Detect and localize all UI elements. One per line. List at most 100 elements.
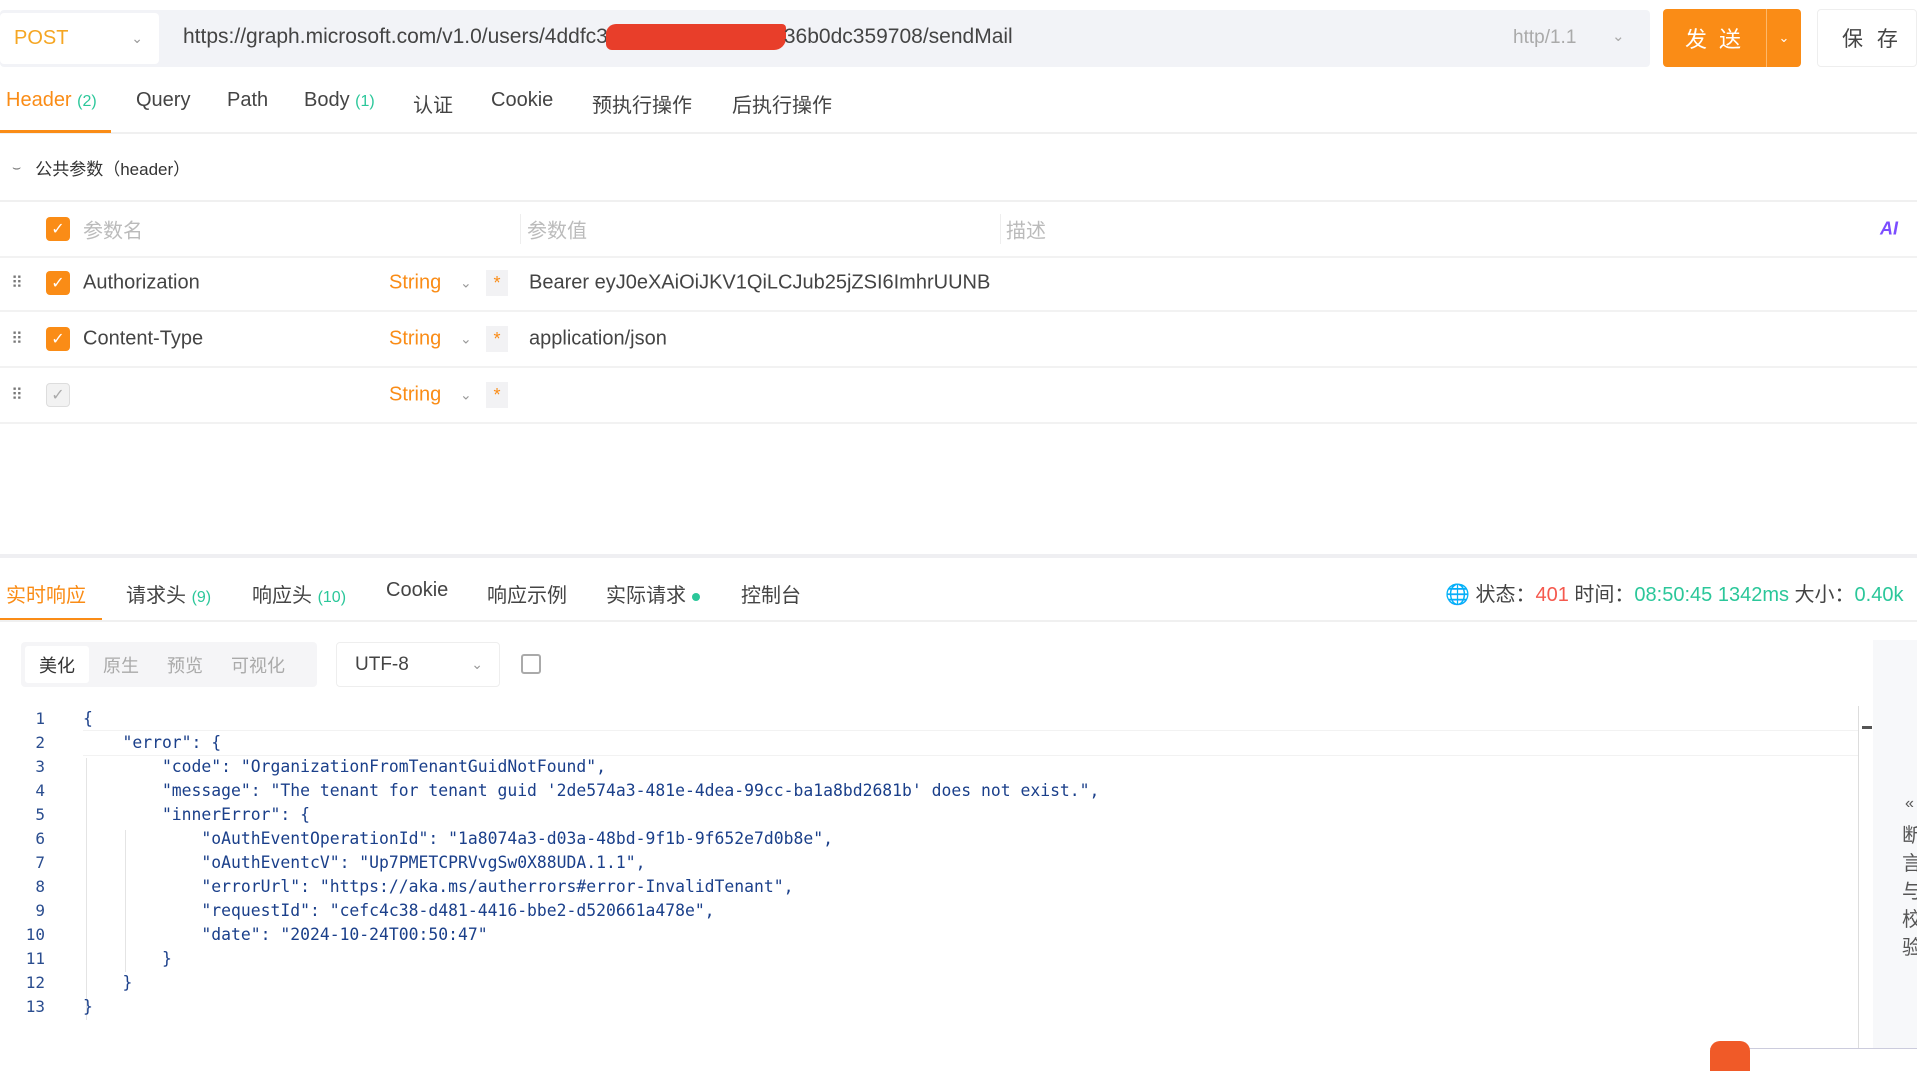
- response-body-editor[interactable]: 1 {2 "error": {3 "code": "OrganizationFro…: [0, 707, 1850, 1037]
- chevron-down-icon: ⌄: [131, 30, 143, 46]
- code-line: "oAuthEventcV": "Up7PMETCPRVvgSw0X88UDA.…: [83, 853, 646, 872]
- editor-scrollbar[interactable]: [1858, 706, 1873, 1072]
- assertion-panel-label[interactable]: 断言与校验: [1902, 822, 1917, 962]
- tab-response-example[interactable]: 响应示例: [487, 579, 567, 608]
- tab-pre-script[interactable]: 预执行操作: [592, 89, 692, 118]
- tab-body[interactable]: Body (1): [304, 89, 375, 112]
- tab-query[interactable]: Query: [136, 89, 190, 112]
- eye-closed-icon: ⌣: [12, 159, 22, 175]
- tab-console[interactable]: 控制台: [741, 579, 801, 608]
- encoding-value: UTF-8: [355, 653, 409, 675]
- tab-request-headers[interactable]: 请求头 (9): [126, 579, 211, 608]
- code-line: "error": {: [83, 733, 222, 752]
- code-line: "message": "The tenant for tenant guid '…: [83, 781, 1100, 800]
- url-input[interactable]: https://graph.microsoft.com/v1.0/users/4…: [183, 24, 1013, 50]
- view-preview[interactable]: 预览: [153, 646, 217, 683]
- response-size: 0.40k: [1854, 584, 1904, 606]
- column-divider: [1000, 214, 1001, 244]
- column-name: 参数名: [83, 220, 143, 243]
- param-name[interactable]: Content-Type: [83, 328, 203, 351]
- encoding-select[interactable]: UTF-8 ⌄: [336, 642, 500, 687]
- url-suffix: 36b0dc359708/sendMail: [783, 25, 1013, 48]
- param-value[interactable]: application/json: [529, 328, 667, 351]
- view-pretty[interactable]: 美化: [25, 646, 89, 683]
- copy-icon[interactable]: [521, 654, 541, 674]
- chevron-down-icon[interactable]: ⌄: [460, 331, 472, 348]
- tab-auth[interactable]: 认证: [413, 89, 453, 118]
- tab-actual-request[interactable]: 实际请求: [606, 579, 700, 608]
- tab-live-response[interactable]: 实时响应: [6, 579, 86, 608]
- code-line: }: [83, 973, 133, 992]
- divider: [0, 620, 1917, 622]
- view-visualize[interactable]: 可视化: [217, 646, 299, 683]
- tab-post-script[interactable]: 后执行操作: [732, 89, 832, 118]
- http-version-select[interactable]: http/1.1: [1513, 27, 1576, 49]
- row-checkbox[interactable]: ✓: [46, 271, 70, 295]
- line-number: 10: [25, 925, 45, 944]
- code-line: "date": "2024-10-24T00:50:47": [83, 925, 488, 944]
- required-star-icon[interactable]: *: [486, 270, 508, 296]
- tab-cookie[interactable]: Cookie: [491, 89, 553, 112]
- line-number: 9: [35, 901, 45, 920]
- line-number: 2: [35, 733, 45, 752]
- type-select[interactable]: String: [389, 328, 441, 351]
- column-value: 参数值: [527, 220, 587, 243]
- status-code: 401: [1535, 584, 1569, 606]
- send-button[interactable]: 发 送 ⌄: [1663, 9, 1801, 67]
- url-prefix: https://graph.microsoft.com/v1.0/users/4…: [183, 25, 608, 48]
- row-checkbox[interactable]: ✓: [46, 383, 70, 407]
- line-number: 4: [35, 781, 45, 800]
- code-line: "innerError": {: [83, 805, 310, 824]
- view-raw[interactable]: 原生: [89, 646, 153, 683]
- code-line: "code": "OrganizationFromTenantGuidNotFo…: [83, 757, 607, 776]
- required-star-icon[interactable]: *: [486, 326, 508, 352]
- chevron-down-icon[interactable]: ⌄: [460, 387, 472, 404]
- column-divider: [520, 214, 521, 244]
- send-label: 发 送: [1684, 27, 1745, 52]
- required-star-icon[interactable]: *: [486, 382, 508, 408]
- code-line: {: [83, 709, 93, 728]
- column-desc: 描述: [1006, 220, 1046, 243]
- params-header-row: ✓ 参数名 参数值 描述 AI: [0, 202, 1917, 258]
- line-number: 11: [25, 949, 45, 968]
- drag-handle-icon[interactable]: ⠿: [11, 273, 23, 293]
- view-mode-switch: 美化 原生 预览 可视化: [21, 642, 317, 687]
- redaction-mark: [605, 24, 786, 50]
- chevron-down-icon[interactable]: ⌄: [1612, 27, 1625, 45]
- status-dot-icon: [691, 592, 700, 601]
- public-params-toggle[interactable]: ⌣ 公共参数（header）: [12, 155, 190, 180]
- drag-handle-icon[interactable]: ⠿: [11, 385, 23, 405]
- method-value: POST: [14, 27, 69, 49]
- ai-icon[interactable]: AI: [1880, 219, 1898, 240]
- ime-logo-icon: [1710, 1041, 1750, 1071]
- code-line: "requestId": "cefc4c38-d481-4416-bbe2-d5…: [83, 901, 715, 920]
- save-button[interactable]: 保 存: [1817, 9, 1917, 67]
- line-number: 6: [35, 829, 45, 848]
- tab-header[interactable]: Header (2): [6, 89, 97, 112]
- line-number: 12: [25, 973, 45, 992]
- line-number: 5: [35, 805, 45, 824]
- type-select[interactable]: String: [389, 272, 441, 295]
- param-value[interactable]: Bearer eyJ0eXAiOiJKV1QiLCJub25jZSI6ImhrU…: [529, 272, 990, 295]
- send-dropdown-icon[interactable]: ⌄: [1766, 9, 1801, 67]
- active-tab-indicator: [0, 130, 111, 133]
- line-number: 1: [35, 709, 45, 728]
- row-checkbox[interactable]: ✓: [46, 327, 70, 351]
- response-status: 🌐 状态：401 时间：08:50:45 1342ms 大小：0.40k: [1445, 584, 1904, 606]
- code-line: }: [83, 949, 172, 968]
- response-time: 08:50:45: [1634, 584, 1713, 606]
- chevron-down-icon: ⌄: [471, 656, 483, 672]
- chevron-down-icon[interactable]: ⌄: [460, 275, 472, 292]
- table-row: ⠿ ✓ Content-Type String ⌄ * application/…: [0, 312, 1917, 368]
- method-select[interactable]: POST ⌄: [0, 13, 159, 64]
- collapse-left-icon[interactable]: «: [1905, 795, 1914, 813]
- param-name[interactable]: Authorization: [83, 272, 200, 295]
- response-duration: 1342ms: [1717, 584, 1789, 606]
- tab-response-headers[interactable]: 响应头 (10): [252, 579, 346, 608]
- tab-path[interactable]: Path: [227, 89, 268, 112]
- tab-cookie[interactable]: Cookie: [386, 579, 448, 602]
- panel-splitter[interactable]: [0, 554, 1917, 558]
- drag-handle-icon[interactable]: ⠿: [11, 329, 23, 349]
- type-select[interactable]: String: [389, 384, 441, 407]
- select-all-checkbox[interactable]: ✓: [46, 217, 70, 241]
